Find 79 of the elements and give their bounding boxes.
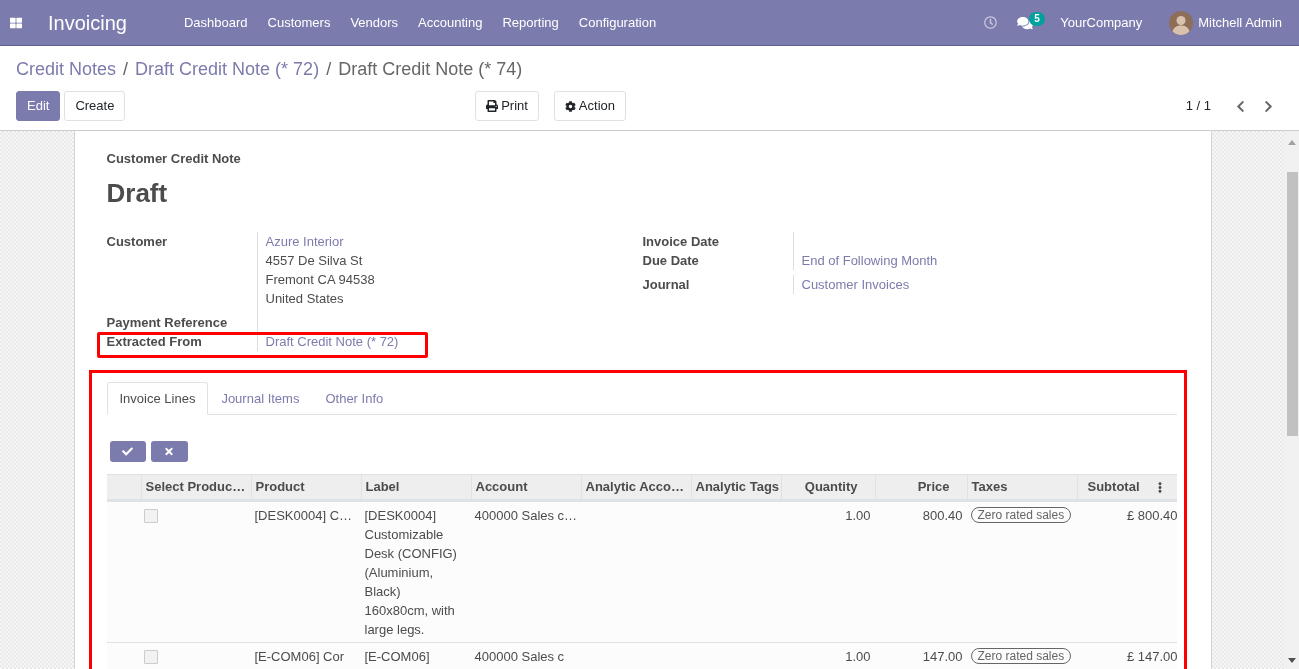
scrollbar[interactable] <box>1285 131 1299 669</box>
breadcrumb-link[interactable]: Draft Credit Note (* 72) <box>135 56 320 82</box>
row-checkbox[interactable] <box>143 509 158 523</box>
account-name: 400000 Sales c <box>474 649 565 664</box>
column-header[interactable]: Subtotal <box>1087 478 1140 496</box>
menu-item[interactable]: Dashboard <box>173 13 258 32</box>
address-line: Fremont CA 94538 <box>265 271 375 289</box>
address-line: United States <box>265 290 344 308</box>
column-header[interactable]: Label <box>365 478 400 496</box>
menu-item[interactable]: Reporting <box>492 13 569 32</box>
tab[interactable]: Other Info <box>312 382 397 415</box>
discard-button[interactable] <box>150 441 188 462</box>
field-link[interactable]: Customer Invoices <box>801 275 910 294</box>
field-link[interactable]: Draft Credit Note (* 72) <box>265 332 399 351</box>
column-header[interactable]: Analytic Tags <box>695 478 780 496</box>
clock-icon[interactable] <box>984 16 998 29</box>
check-icon <box>121 446 134 457</box>
account-name: 400000 Sales c… <box>474 508 578 523</box>
company-switcher[interactable]: YourCompany <box>1060 13 1143 32</box>
document-type: Customer Credit Note <box>106 150 241 168</box>
field-link[interactable]: End of Following Month <box>801 251 938 270</box>
field-label: Customer <box>106 234 168 249</box>
product-name: [E-COM06] Cor <box>254 649 345 664</box>
create-button[interactable]: Create <box>64 91 126 121</box>
chat-icon[interactable] <box>1017 15 1034 30</box>
confirm-button[interactable] <box>109 441 146 462</box>
column-header[interactable]: Taxes <box>971 478 1008 496</box>
scroll-up-arrow-icon[interactable] <box>1288 140 1296 145</box>
close-icon <box>164 446 174 457</box>
field-label: Extracted From <box>106 334 202 349</box>
subtotal-value: £ 800.40 <box>1126 508 1178 523</box>
address-line: 4557 De Silva St <box>265 252 363 270</box>
print-button[interactable]: Print <box>475 91 539 121</box>
column-header[interactable]: Select Produc… <box>145 478 246 496</box>
subtotal-value: £ 147.00 <box>1126 649 1178 664</box>
field-label: Payment Reference <box>106 315 228 330</box>
field-label: Due Date <box>642 253 699 268</box>
edit-button[interactable]: Edit <box>16 91 61 121</box>
action-button[interactable]: Action <box>553 91 626 121</box>
breadcrumb-separator: / <box>326 58 332 81</box>
line-label: [E-COM06] <box>364 648 431 666</box>
column-header[interactable]: Account <box>475 478 528 496</box>
status-title: Draft <box>106 177 168 210</box>
tab[interactable]: Journal Items <box>208 382 313 415</box>
field-label: Invoice Date <box>642 234 720 249</box>
breadcrumb-current: Draft Credit Note (* 74) <box>338 58 523 81</box>
app-title[interactable]: Invoicing <box>48 10 127 35</box>
user-menu[interactable]: Mitchell Admin <box>1169 10 1282 35</box>
column-header[interactable]: Quantity <box>804 478 858 496</box>
pager-counter: 1 / 1 <box>1185 97 1211 115</box>
price-value: 147.00 <box>922 649 963 664</box>
settings-icon <box>564 100 576 112</box>
column-header[interactable]: Price <box>917 478 950 496</box>
apps-menu-icon[interactable] <box>10 16 22 29</box>
printer-icon <box>486 100 499 112</box>
menu-item[interactable]: Customers <box>257 13 341 32</box>
next-icon[interactable] <box>1264 99 1273 113</box>
scroll-down-arrow-icon[interactable] <box>1288 658 1296 663</box>
product-name: [DESK0004] C… <box>254 508 353 523</box>
menu-item[interactable]: Accounting <box>408 13 493 32</box>
breadcrumb-link[interactable]: Credit Notes <box>16 56 117 82</box>
column-header[interactable]: Analytic Acco… <box>585 478 684 496</box>
quantity-value: 1.00 <box>845 508 871 523</box>
column-header[interactable]: Product <box>255 478 305 496</box>
price-value: 800.40 <box>922 508 963 523</box>
scrollbar-thumb[interactable] <box>1286 172 1298 436</box>
breadcrumb-separator: / <box>123 58 129 81</box>
tab[interactable]: Invoice Lines <box>106 382 209 415</box>
row-checkbox[interactable] <box>143 650 158 664</box>
message-count-badge: 5 <box>1029 11 1045 26</box>
avatar-icon <box>1169 10 1194 35</box>
quantity-value: 1.00 <box>845 649 871 664</box>
line-label: [DESK0004] Customizable Desk (CONFIG) (Aluminium, Black) 160x80cm, with large legs. <box>364 507 458 639</box>
field-link[interactable]: Azure Interior <box>265 232 344 251</box>
previous-icon[interactable] <box>1236 99 1245 113</box>
menu-item[interactable]: Vendors <box>340 13 409 32</box>
field-label: Journal <box>642 277 690 292</box>
column-options-icon[interactable] <box>1157 481 1162 493</box>
menu-item[interactable]: Configuration <box>568 13 667 32</box>
